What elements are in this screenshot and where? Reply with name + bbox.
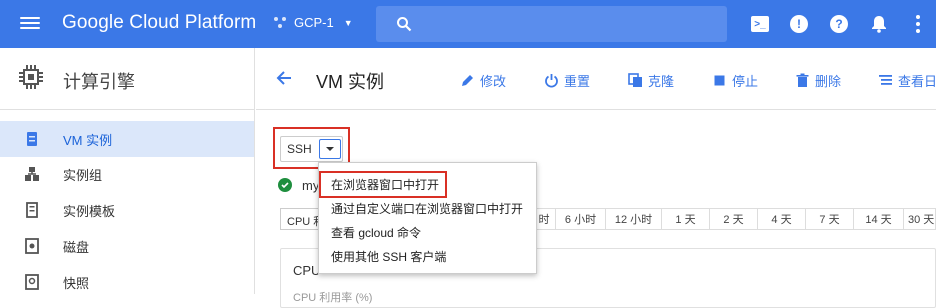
view-logs-label: 查看日	[898, 74, 936, 89]
help-icon[interactable]: ?	[829, 14, 849, 34]
clone-label: 克隆	[648, 74, 675, 89]
search-input[interactable]	[376, 6, 727, 42]
sidebar-item-snapshots[interactable]: 快照	[0, 264, 254, 300]
vm-instance-icon	[27, 132, 37, 146]
sidebar-header: 计算引擎	[0, 48, 254, 110]
search-icon	[397, 17, 412, 32]
sidebar-item-label: VM 实例	[63, 132, 113, 148]
sidebar-item-label: 实例模板	[63, 203, 116, 219]
sidebar-item-vm-instances[interactable]: VM 实例	[0, 121, 254, 157]
time-range-2d[interactable]: 2 天	[710, 208, 758, 230]
sidebar-item-disks[interactable]: 磁盘	[0, 228, 254, 264]
clone-icon	[628, 73, 642, 87]
brand-title[interactable]: Google Cloud Platform	[62, 12, 256, 34]
edit-label: 修改	[480, 74, 507, 89]
time-range-4d[interactable]: 4 天	[758, 208, 806, 230]
instance-group-icon	[25, 167, 39, 181]
time-range-30d[interactable]: 30 天	[904, 208, 936, 230]
power-icon	[545, 74, 558, 88]
bell-icon[interactable]	[869, 14, 889, 34]
reset-label: 重置	[564, 74, 591, 89]
delete-button[interactable]: 删除	[795, 71, 841, 90]
snapshot-icon	[25, 274, 39, 290]
sidebar-item-instance-templates[interactable]: 实例模板	[0, 192, 254, 228]
edit-button[interactable]: 修改	[460, 71, 506, 90]
reset-button[interactable]: 重置	[544, 71, 590, 90]
logs-icon	[879, 75, 892, 85]
clone-button[interactable]: 克隆	[628, 71, 674, 90]
project-dots-icon	[274, 16, 288, 30]
card-title: CPU	[293, 263, 321, 278]
project-selector[interactable]: GCP-1 ▼	[274, 15, 353, 30]
sidebar-item-label: 快照	[63, 275, 90, 291]
notification-alert-icon[interactable]: !	[789, 14, 809, 34]
main-menu-icon[interactable]	[20, 14, 40, 34]
top-app-bar: Google Cloud Platform GCP-1 ▼ >_ ! ?	[0, 0, 936, 48]
instance-template-icon	[26, 202, 38, 218]
more-vert-icon[interactable]	[908, 14, 928, 34]
chevron-down-icon: ▼	[343, 17, 353, 28]
compute-engine-icon	[19, 65, 43, 89]
menu-item-other-ssh-client[interactable]: 使用其他 SSH 客户端	[331, 248, 446, 265]
page-header: VM 实例 修改 重置 克隆 停止 删除 查看日	[256, 48, 936, 110]
menu-item-view-gcloud[interactable]: 查看 gcloud 命令	[331, 224, 421, 241]
disk-icon	[25, 238, 39, 254]
page-title: VM 实例	[316, 72, 385, 92]
stop-icon	[714, 75, 725, 86]
pencil-icon	[462, 75, 473, 86]
sidebar-item-label: 实例组	[63, 167, 103, 183]
back-arrow-icon[interactable]	[274, 68, 294, 88]
delete-label: 删除	[815, 74, 842, 89]
card-subtitle: CPU 利用率 (%)	[293, 292, 373, 304]
cloud-shell-icon[interactable]: >_	[750, 14, 770, 34]
time-range-1d[interactable]: 1 天	[662, 208, 710, 230]
sidebar-title: 计算引擎	[63, 72, 135, 92]
status-running-icon	[278, 178, 292, 192]
stop-label: 停止	[732, 74, 759, 89]
time-range-7d[interactable]: 7 天	[806, 208, 854, 230]
stop-button[interactable]: 停止	[712, 71, 758, 90]
menu-item-open-custom-port[interactable]: 通过自定义端口在浏览器窗口中打开	[331, 200, 523, 217]
highlight-box-menu-item	[319, 171, 447, 198]
sidebar-item-label: 磁盘	[63, 239, 90, 255]
time-range-6h[interactable]: 6 小时	[556, 208, 606, 230]
view-logs-button[interactable]: 查看日	[878, 71, 936, 90]
sidebar-item-instance-groups[interactable]: 实例组	[0, 156, 254, 192]
project-name: GCP-1	[294, 15, 334, 30]
time-range-14d[interactable]: 14 天	[854, 208, 904, 230]
trash-icon	[796, 73, 809, 87]
instance-name[interactable]: my	[302, 178, 319, 193]
time-range-12h[interactable]: 12 小时	[606, 208, 662, 230]
